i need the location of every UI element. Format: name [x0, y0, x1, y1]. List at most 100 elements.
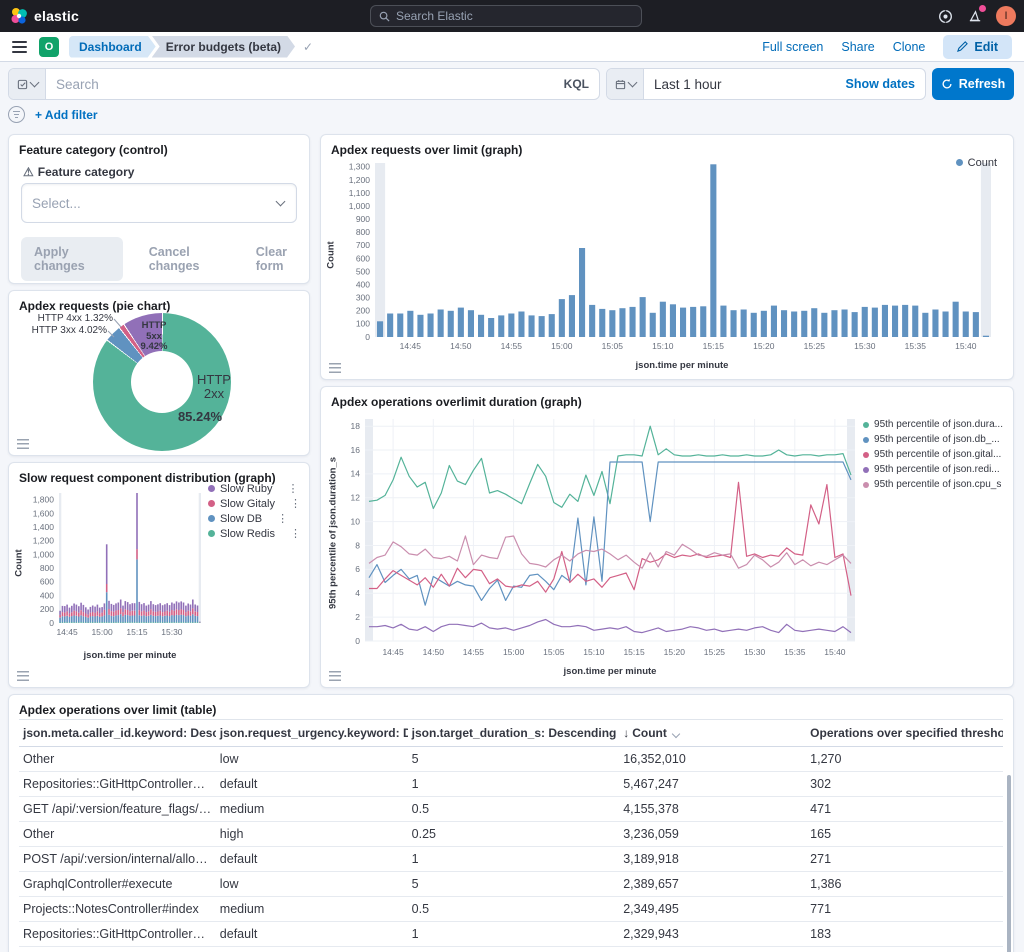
legend-label: 95th percentile of json.cpu_s — [874, 479, 1001, 490]
refresh-button[interactable]: Refresh — [932, 68, 1014, 100]
elastic-logo[interactable]: elastic — [10, 7, 79, 25]
svg-text:1,600: 1,600 — [33, 508, 55, 518]
panel-title: Apdex operations overlimit duration (gra… — [321, 387, 1013, 409]
sort-descending-icon: ↓ — [623, 726, 629, 740]
calendar-icon — [615, 79, 626, 90]
table-row: Otherlow516,352,0101,270 — [19, 747, 1003, 772]
column-header-operations-threshold[interactable]: Operations over specified threshold... — [806, 720, 1003, 747]
apply-changes-button[interactable]: Apply changes — [21, 237, 123, 281]
x-axis-title: json.time per minute — [636, 360, 729, 371]
svg-text:0: 0 — [365, 332, 370, 342]
table-cell: Other — [19, 747, 216, 772]
legend-item[interactable]: Slow Ruby ⋮ — [208, 483, 301, 494]
show-dates-button[interactable]: Show dates — [846, 77, 915, 91]
filter-menu-icon[interactable] — [8, 106, 25, 123]
global-search-placeholder: Search Elastic — [396, 9, 473, 23]
svg-text:15:35: 15:35 — [905, 341, 927, 351]
svg-text:1,300: 1,300 — [349, 162, 371, 172]
kql-toggle[interactable]: KQL — [564, 77, 589, 91]
panel-options-icon[interactable] — [17, 439, 29, 449]
column-header-request-urgency[interactable]: json.request_urgency.keyword: Des... — [216, 720, 408, 747]
svg-text:600: 600 — [356, 253, 370, 263]
column-header-count[interactable]: ↓Count — [619, 720, 806, 747]
legend-item[interactable]: 95th percentile of json.redi... — [863, 464, 1003, 475]
panel-apdex-operations-overlimit-duration: Apdex operations overlimit duration (gra… — [320, 386, 1014, 688]
legend-label: Count — [968, 157, 997, 169]
legend-item[interactable]: Slow DB ⋮ — [208, 513, 301, 524]
add-filter-button[interactable]: + Add filter — [35, 108, 98, 122]
legend-actions-icon[interactable]: ⋮ — [288, 482, 299, 495]
legend-actions-icon[interactable]: ⋮ — [290, 497, 301, 510]
table-scrollbar[interactable] — [1007, 775, 1011, 952]
table-row: POST /api/:version/internal/alloweddefau… — [19, 847, 1003, 872]
table-cell: Other — [19, 947, 216, 952]
legend-item[interactable]: Count — [956, 157, 997, 168]
panel-options-icon[interactable] — [17, 671, 29, 681]
breadcrumb-dashboard[interactable]: Dashboard — [69, 36, 156, 58]
line-chart-canvas[interactable]: 02468101214161814:4514:5014:5515:0015:05… — [337, 411, 861, 664]
legend-item[interactable]: 95th percentile of json.dura... — [863, 419, 1003, 430]
svg-text:14:45: 14:45 — [382, 647, 404, 657]
table-cell: 183 — [806, 922, 1003, 947]
svg-text:15:05: 15:05 — [602, 341, 624, 351]
panel-apdex-requests-over-limit: Apdex requests over limit (graph) Count … — [320, 134, 1014, 380]
legend-actions-icon[interactable]: ⋮ — [290, 527, 301, 540]
global-header: elastic Search Elastic I — [0, 0, 1024, 32]
time-picker-group: Last 1 hour Show dates — [606, 68, 926, 100]
kibana-dashboard: elastic Search Elastic I O Dashboard Err… — [0, 0, 1024, 952]
refresh-icon — [941, 78, 953, 90]
table-row: Repositories::GitHttpController#git_upl.… — [19, 922, 1003, 947]
legend-actions-icon[interactable]: ⋮ — [277, 512, 288, 525]
share-button[interactable]: Share — [841, 40, 874, 54]
table-cell: 1 — [408, 947, 620, 952]
svg-text:15:20: 15:20 — [664, 647, 686, 657]
legend-color-dot — [208, 485, 215, 492]
menu-icon[interactable] — [12, 38, 27, 56]
clone-button[interactable]: Clone — [893, 40, 926, 54]
svg-text:1,000: 1,000 — [349, 201, 371, 211]
time-range-value[interactable]: Last 1 hour — [654, 77, 846, 92]
legend-item[interactable]: 95th percentile of json.cpu_s — [863, 479, 1003, 490]
legend-item[interactable]: 95th percentile of json.gital... — [863, 449, 1003, 460]
column-header-caller-id[interactable]: json.meta.caller_id.keyword: Desce... — [19, 720, 216, 747]
panel-options-icon[interactable] — [329, 363, 341, 373]
filter-bar: + Add filter — [8, 106, 98, 123]
svg-text:14: 14 — [351, 469, 361, 479]
table-cell: GET /api/:version/feature_flags/unleash.… — [19, 797, 216, 822]
svg-text:6: 6 — [355, 564, 360, 574]
saved-queries-button[interactable] — [9, 69, 46, 99]
time-picker-menu-button[interactable] — [607, 69, 644, 99]
search-icon — [379, 11, 390, 22]
clear-form-button[interactable]: Clear form — [256, 245, 309, 273]
svg-text:400: 400 — [40, 590, 54, 600]
legend-item[interactable]: Slow Gitaly ⋮ — [208, 498, 301, 509]
edit-button[interactable]: Edit — [943, 35, 1012, 59]
legend-item[interactable]: Slow Redis ⋮ — [208, 528, 301, 539]
svg-text:15:00: 15:00 — [91, 627, 113, 637]
feature-category-select[interactable]: Select... — [21, 183, 297, 223]
panel-options-icon[interactable] — [329, 671, 341, 681]
svg-text:2: 2 — [355, 612, 360, 622]
newsfeed-icon[interactable] — [966, 7, 984, 25]
bar-chart-canvas[interactable]: 01002003004005006007008009001,0001,1001,… — [335, 157, 999, 358]
chart-legend: Slow Ruby ⋮ Slow Gitaly ⋮ Slow DB ⋮ Slow… — [208, 483, 301, 539]
stacked-bar-chart-canvas[interactable]: 02004006008001,0001,2001,4001,6001,80014… — [23, 487, 205, 644]
legend-color-dot — [208, 515, 215, 522]
space-avatar[interactable]: O — [39, 37, 59, 57]
query-search-input[interactable]: Search — [56, 77, 564, 92]
global-search-input[interactable]: Search Elastic — [370, 5, 642, 27]
cancel-changes-button[interactable]: Cancel changes — [149, 245, 230, 273]
panel-title: Apdex operations over limit (table) — [9, 695, 1013, 717]
user-avatar[interactable]: I — [996, 6, 1016, 26]
svg-text:14:45: 14:45 — [56, 627, 78, 637]
cloud-deployment-icon[interactable] — [936, 7, 954, 25]
full-screen-button[interactable]: Full screen — [762, 40, 823, 54]
svg-text:4: 4 — [355, 588, 360, 598]
legend-item[interactable]: 95th percentile of json.db_... — [863, 434, 1003, 445]
column-header-target-duration[interactable]: json.target_duration_s: Descending — [408, 720, 620, 747]
table-cell: GraphqlController#execute — [19, 872, 216, 897]
table-cell: Projects::NotesController#index — [19, 897, 216, 922]
query-input-group: Search KQL — [8, 68, 600, 100]
x-axis-title: json.time per minute — [84, 650, 177, 661]
table-cell: default — [216, 947, 408, 952]
